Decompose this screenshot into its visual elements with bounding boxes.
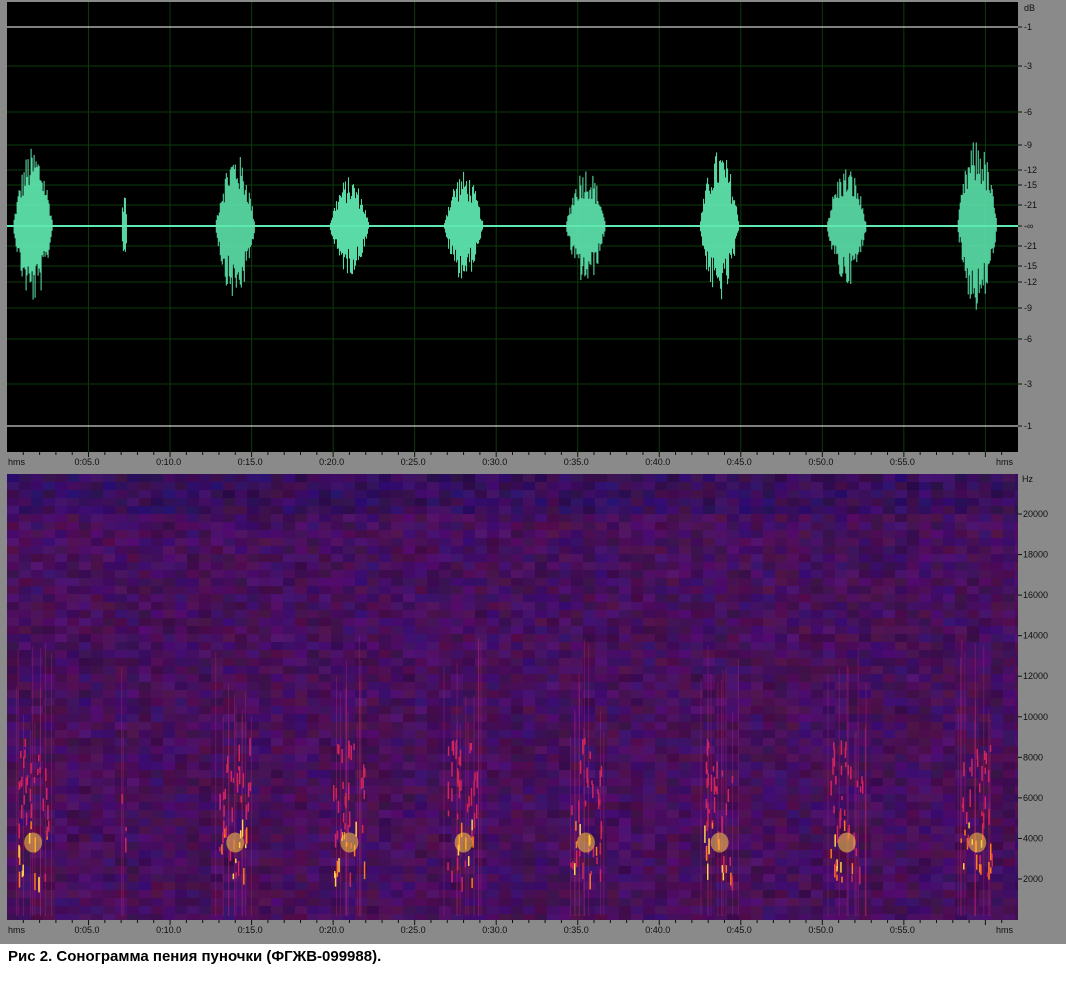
time-label: 0:05.0 — [75, 925, 100, 935]
db-label: -9 — [1024, 303, 1032, 313]
time-label: 0:45.0 — [727, 457, 752, 467]
time-label: 0:10.0 — [156, 925, 181, 935]
db-label: -1 — [1024, 22, 1032, 32]
hz-label: 14000 — [1023, 631, 1048, 641]
time-label: 0:35.0 — [564, 457, 589, 467]
db-label: -6 — [1024, 107, 1032, 117]
time-start-label: hms — [8, 457, 26, 467]
time-label: 0:25.0 — [401, 925, 426, 935]
audio-editor-frame: dB -1 -3 -6 -9 -12 -15 -21 -∞ -21 -15 -12 -9 -6 -3 -1 h… — [0, 0, 1066, 944]
time-ruler-bottom[interactable]: hms hms 0:05.0 0:10.0 0:15.0 0:20.0 0:25.0 0:30… — [7, 920, 1018, 940]
db-label: -12 — [1024, 165, 1037, 175]
hz-label: 12000 — [1023, 671, 1048, 681]
hz-label: 8000 — [1023, 752, 1043, 762]
hz-ruler: Hz 20000 18000 16000 14000 12000 10000 8000 6000… — [1018, 474, 1060, 920]
energy-core — [576, 832, 595, 853]
energy-core — [226, 832, 245, 853]
db-label: -15 — [1024, 261, 1037, 271]
time-label: 0:35.0 — [564, 925, 589, 935]
time-end-label: hms — [996, 925, 1014, 935]
time-start-label: hms — [8, 925, 26, 935]
time-label: 0:30.0 — [482, 925, 507, 935]
time-label: 0:45.0 — [727, 925, 752, 935]
time-label: 0:50.0 — [808, 925, 833, 935]
db-label: -3 — [1024, 379, 1032, 389]
time-label: 0:20.0 — [319, 925, 344, 935]
db-label: -9 — [1024, 140, 1032, 150]
db-label: -6 — [1024, 334, 1032, 344]
hz-label: 4000 — [1023, 833, 1043, 843]
db-label: -21 — [1024, 241, 1037, 251]
hz-label: 6000 — [1023, 793, 1043, 803]
db-label: -∞ — [1024, 221, 1033, 231]
energy-core — [710, 832, 729, 853]
hz-label: 20000 — [1023, 509, 1048, 519]
hz-label: 18000 — [1023, 550, 1048, 560]
spectrogram-svg — [7, 474, 1018, 920]
db-label: -12 — [1024, 277, 1037, 287]
waveform-display[interactable] — [7, 2, 1018, 452]
time-label: 0:15.0 — [238, 457, 263, 467]
time-ruler-top[interactable]: hms hms 0:05.0 0:10.0 0:15.0 0:20.0 0:25.0 0:30… — [7, 452, 1018, 472]
time-label: 0:55.0 — [890, 457, 915, 467]
energy-core — [968, 832, 987, 853]
time-label: 0:10.0 — [156, 457, 181, 467]
time-label: 0:40.0 — [645, 925, 670, 935]
waveform-svg — [7, 2, 1018, 452]
hz-unit-label: Hz — [1022, 474, 1033, 484]
hz-label: 2000 — [1023, 874, 1043, 884]
time-label: 0:30.0 — [482, 457, 507, 467]
db-unit-label: dB — [1024, 3, 1035, 13]
db-ruler: dB -1 -3 -6 -9 -12 -15 -21 -∞ -21 -15 -12 -9 -6 -3 -1 — [1018, 2, 1060, 452]
energy-core — [24, 832, 43, 853]
time-label: 0:40.0 — [645, 457, 670, 467]
energy-core — [837, 832, 856, 853]
hz-label: 16000 — [1023, 590, 1048, 600]
db-label: -1 — [1024, 421, 1032, 431]
energy-core — [340, 832, 359, 853]
db-label: -3 — [1024, 61, 1032, 71]
db-label: -21 — [1024, 200, 1037, 210]
energy-core — [454, 832, 473, 853]
db-label: -15 — [1024, 180, 1037, 190]
time-label: 0:20.0 — [319, 457, 344, 467]
figure-caption: Рис 2. Сонограмма пения пуночки (ФГЖВ-09… — [8, 948, 382, 965]
time-label: 0:05.0 — [75, 457, 100, 467]
time-end-label: hms — [996, 457, 1014, 467]
time-label: 0:15.0 — [238, 925, 263, 935]
spectrogram-display[interactable] — [7, 474, 1018, 920]
hz-label: 10000 — [1023, 712, 1048, 722]
time-label: 0:55.0 — [890, 925, 915, 935]
time-label: 0:25.0 — [401, 457, 426, 467]
time-label: 0:50.0 — [808, 457, 833, 467]
